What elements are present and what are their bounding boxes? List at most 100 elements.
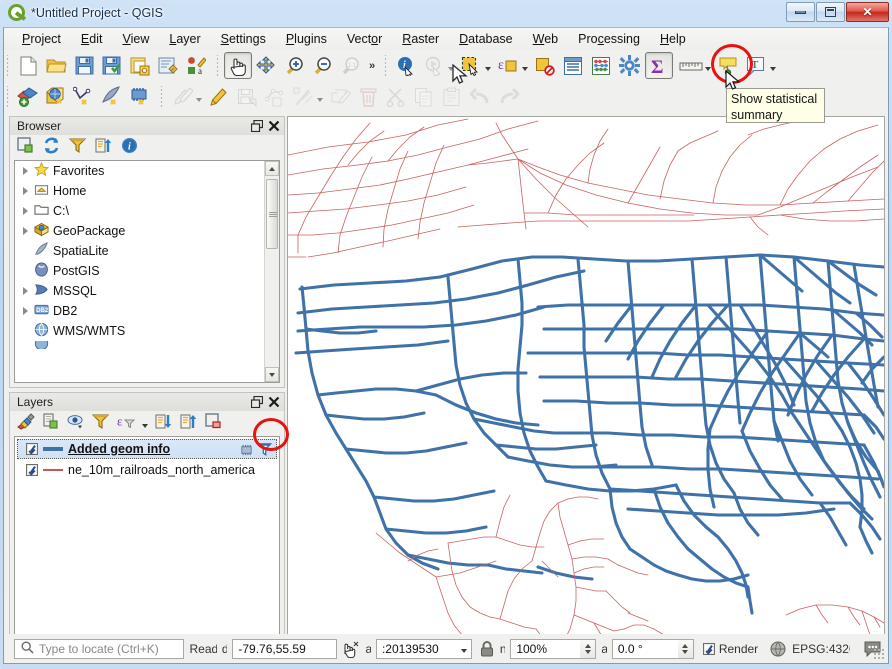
expand-arrow-icon[interactable] [21, 227, 30, 236]
measure-line-button[interactable] [677, 52, 705, 79]
magnifier-spinbox[interactable]: 100% [510, 639, 596, 659]
render-toggle[interactable]: Render [703, 642, 758, 656]
rotation-spinbox[interactable]: 0.0 ° [612, 639, 694, 659]
menu-settings[interactable]: Settings [211, 29, 276, 50]
layer-visibility-checkbox[interactable] [26, 464, 38, 476]
scroll-thumb[interactable] [266, 179, 278, 249]
expand-arrow-icon[interactable] [21, 287, 30, 296]
filter-browser-button[interactable] [69, 137, 89, 157]
lock-scale-button[interactable] [479, 640, 495, 658]
menu-web[interactable]: Web [523, 29, 568, 50]
browser-item-partial[interactable] [15, 341, 279, 349]
current-edits-dropdown[interactable] [196, 98, 202, 102]
copy-features-button[interactable] [410, 83, 438, 110]
minimize-button[interactable] [786, 2, 815, 22]
menu-view[interactable]: View [112, 29, 159, 50]
layer-row-railroads[interactable]: ne_10m_railroads_north_america [18, 460, 277, 480]
browser-vertical-scrollbar[interactable] [264, 161, 279, 382]
save-project-as-button[interactable] [98, 52, 126, 79]
coordinate-field[interactable]: -79.76,55.59 [232, 639, 337, 659]
expand-arrow-icon[interactable] [21, 187, 30, 196]
field-calculator-button[interactable] [587, 52, 615, 79]
menu-edit[interactable]: Edit [71, 29, 113, 50]
manage-layer-visibility-button[interactable] [67, 413, 87, 433]
style-manager-button[interactable] [154, 52, 182, 79]
resize-grip[interactable] [873, 648, 885, 660]
menu-help[interactable]: Help [650, 29, 696, 50]
memory-layer-icon[interactable] [239, 443, 254, 460]
zoom-in-button[interactable] [280, 52, 308, 79]
toggle-extents-button[interactable] [342, 640, 360, 658]
new-print-layout-button[interactable] [126, 52, 154, 79]
deselect-features-button[interactable] [531, 52, 559, 79]
browser-item-home[interactable]: Home [15, 181, 279, 201]
toolbar-grip[interactable] [160, 86, 164, 108]
add-spatialite-layer-button[interactable] [98, 83, 126, 110]
remove-layer-button[interactable] [205, 413, 225, 433]
rotation-stepper[interactable] [678, 639, 694, 659]
refresh-button[interactable] [43, 137, 63, 157]
stepper-up-icon[interactable] [585, 644, 591, 648]
select-by-expression-dropdown[interactable] [522, 67, 528, 71]
render-checkbox[interactable] [703, 643, 715, 655]
enable-properties-widget-button[interactable]: i [121, 137, 141, 157]
redo-button[interactable] [494, 83, 522, 110]
browser-item-mssql[interactable]: MSSQL [15, 281, 279, 301]
collapse-all-button[interactable] [180, 413, 200, 433]
add-selected-layers-button[interactable] [17, 137, 37, 157]
layer-visibility-checkbox[interactable] [26, 443, 38, 455]
text-annotation-dropdown[interactable] [770, 67, 776, 71]
menu-database[interactable]: Database [449, 29, 523, 50]
maximize-button[interactable] [816, 2, 845, 22]
expand-arrow-icon[interactable] [21, 207, 30, 216]
chevron-down-icon[interactable] [461, 649, 467, 653]
filter-legend-dropdown[interactable] [142, 424, 148, 428]
toolbar-grip[interactable] [6, 55, 10, 77]
zoom-native-resolution-button[interactable]: 1:1 [336, 52, 364, 79]
add-delimited-text-layer-button[interactable] [70, 83, 98, 110]
browser-item-db2[interactable]: DB2 DB2 [15, 301, 279, 321]
show-statistical-summary-button[interactable]: Σ [645, 52, 673, 79]
toolbar-grip[interactable] [216, 55, 220, 77]
crs-value[interactable]: EPSG:4326 [792, 642, 850, 656]
measure-dropdown[interactable] [705, 67, 711, 71]
undo-button[interactable] [466, 83, 494, 110]
open-project-button[interactable] [42, 52, 70, 79]
filter-legend-button[interactable] [92, 413, 112, 433]
browser-panel-float-button[interactable] [249, 119, 264, 134]
locator-search-input[interactable]: Type to locate (Ctrl+K) [14, 639, 184, 659]
layer-row-added-geom-info[interactable]: Added geom info [17, 439, 277, 459]
toolbar-grip[interactable] [384, 55, 388, 77]
add-mesh-layer-button[interactable] [126, 83, 154, 110]
menu-layer[interactable]: Layer [159, 29, 210, 50]
browser-item-c-drive[interactable]: C:\ [15, 201, 279, 221]
save-project-button[interactable] [70, 52, 98, 79]
map-canvas[interactable] [287, 116, 885, 654]
collapse-all-button[interactable] [95, 137, 115, 157]
run-feature-action-button[interactable] [420, 52, 448, 79]
scale-combobox[interactable]: :20139530 [376, 639, 472, 659]
layers-panel-float-button[interactable] [249, 395, 264, 410]
expand-all-button[interactable] [155, 413, 175, 433]
open-layer-styling-panel-button[interactable] [17, 413, 37, 433]
vertex-tool-button[interactable] [289, 83, 317, 110]
browser-item-postgis[interactable]: PostGIS [15, 261, 279, 281]
filter-legend-by-expression-button[interactable]: ε [117, 413, 137, 433]
magnifier-stepper[interactable] [580, 639, 596, 659]
processing-toolbox-button[interactable] [615, 52, 643, 79]
text-annotation-button[interactable]: T [742, 52, 770, 79]
zoom-out-button[interactable] [308, 52, 336, 79]
menu-project[interactable]: Project [12, 29, 71, 50]
identify-features-button[interactable]: i [392, 52, 420, 79]
expand-arrow-icon[interactable] [21, 167, 30, 176]
add-vector-layer-button[interactable] [14, 83, 42, 110]
toggle-editing-button[interactable] [205, 83, 233, 110]
menu-plugins[interactable]: Plugins [276, 29, 337, 50]
layers-tree[interactable]: Added geom info [14, 436, 280, 649]
expand-arrow-icon[interactable] [21, 307, 30, 316]
browser-item-wms-wmts[interactable]: WMS/WMTS [15, 321, 279, 341]
layer-styling-button[interactable]: a [182, 52, 210, 79]
save-layer-edits-button[interactable] [233, 83, 261, 110]
menu-raster[interactable]: Raster [392, 29, 449, 50]
stepper-down-icon[interactable] [585, 650, 591, 654]
